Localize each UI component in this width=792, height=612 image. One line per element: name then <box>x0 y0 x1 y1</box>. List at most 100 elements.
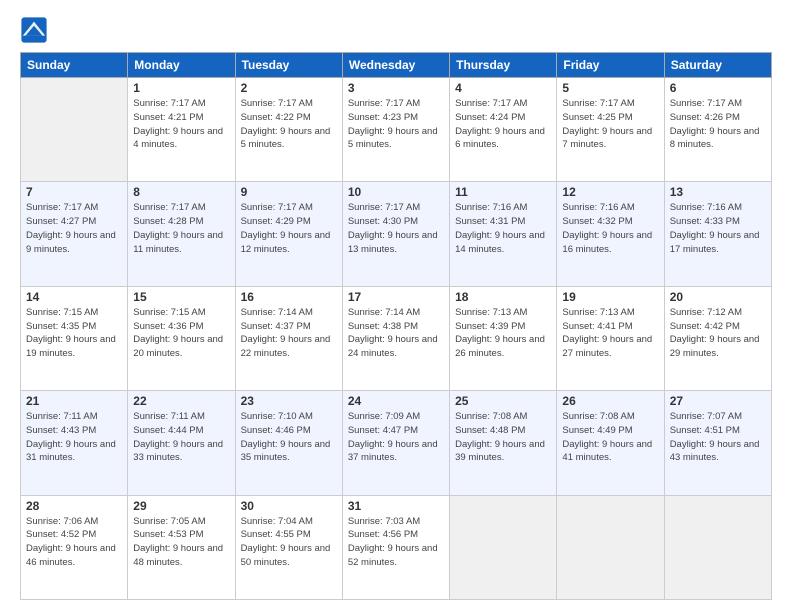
day-info: Sunrise: 7:10 AM Sunset: 4:46 PM Dayligh… <box>241 410 337 465</box>
day-cell: 6 Sunrise: 7:17 AM Sunset: 4:26 PM Dayli… <box>664 78 771 182</box>
day-number: 15 <box>133 290 229 304</box>
logo-icon <box>20 16 48 44</box>
day-number: 29 <box>133 499 229 513</box>
sunset-label: Sunset: 4:22 PM <box>241 112 311 123</box>
daylight-label: Daylight: 9 hours and 41 minutes. <box>562 439 652 464</box>
day-info: Sunrise: 7:16 AM Sunset: 4:33 PM Dayligh… <box>670 201 766 256</box>
daylight-label: Daylight: 9 hours and 7 minutes. <box>562 126 652 151</box>
sunrise-label: Sunrise: 7:13 AM <box>562 307 634 318</box>
sunset-label: Sunset: 4:29 PM <box>241 216 311 227</box>
daylight-label: Daylight: 9 hours and 37 minutes. <box>348 439 438 464</box>
day-number: 22 <box>133 394 229 408</box>
day-info: Sunrise: 7:12 AM Sunset: 4:42 PM Dayligh… <box>670 306 766 361</box>
day-cell: 20 Sunrise: 7:12 AM Sunset: 4:42 PM Dayl… <box>664 286 771 390</box>
day-number: 31 <box>348 499 444 513</box>
day-cell <box>664 495 771 599</box>
sunrise-label: Sunrise: 7:17 AM <box>133 98 205 109</box>
day-number: 6 <box>670 81 766 95</box>
day-cell: 12 Sunrise: 7:16 AM Sunset: 4:32 PM Dayl… <box>557 182 664 286</box>
day-cell: 17 Sunrise: 7:14 AM Sunset: 4:38 PM Dayl… <box>342 286 449 390</box>
day-info: Sunrise: 7:17 AM Sunset: 4:23 PM Dayligh… <box>348 97 444 152</box>
daylight-label: Daylight: 9 hours and 12 minutes. <box>241 230 331 255</box>
sunrise-label: Sunrise: 7:08 AM <box>562 411 634 422</box>
sunset-label: Sunset: 4:36 PM <box>133 321 203 332</box>
sunset-label: Sunset: 4:33 PM <box>670 216 740 227</box>
sunset-label: Sunset: 4:52 PM <box>26 529 96 540</box>
daylight-label: Daylight: 9 hours and 33 minutes. <box>133 439 223 464</box>
day-info: Sunrise: 7:05 AM Sunset: 4:53 PM Dayligh… <box>133 515 229 570</box>
day-number: 2 <box>241 81 337 95</box>
daylight-label: Daylight: 9 hours and 11 minutes. <box>133 230 223 255</box>
day-info: Sunrise: 7:17 AM Sunset: 4:30 PM Dayligh… <box>348 201 444 256</box>
week-row-4: 28 Sunrise: 7:06 AM Sunset: 4:52 PM Dayl… <box>21 495 772 599</box>
daylight-label: Daylight: 9 hours and 17 minutes. <box>670 230 760 255</box>
daylight-label: Daylight: 9 hours and 22 minutes. <box>241 334 331 359</box>
day-cell: 16 Sunrise: 7:14 AM Sunset: 4:37 PM Dayl… <box>235 286 342 390</box>
day-info: Sunrise: 7:08 AM Sunset: 4:48 PM Dayligh… <box>455 410 551 465</box>
day-cell: 30 Sunrise: 7:04 AM Sunset: 4:55 PM Dayl… <box>235 495 342 599</box>
day-number: 5 <box>562 81 658 95</box>
day-number: 12 <box>562 185 658 199</box>
daylight-label: Daylight: 9 hours and 48 minutes. <box>133 543 223 568</box>
day-number: 4 <box>455 81 551 95</box>
day-number: 9 <box>241 185 337 199</box>
header <box>20 16 772 44</box>
day-cell <box>557 495 664 599</box>
day-cell: 31 Sunrise: 7:03 AM Sunset: 4:56 PM Dayl… <box>342 495 449 599</box>
day-info: Sunrise: 7:16 AM Sunset: 4:31 PM Dayligh… <box>455 201 551 256</box>
day-info: Sunrise: 7:07 AM Sunset: 4:51 PM Dayligh… <box>670 410 766 465</box>
sunset-label: Sunset: 4:31 PM <box>455 216 525 227</box>
day-cell: 11 Sunrise: 7:16 AM Sunset: 4:31 PM Dayl… <box>450 182 557 286</box>
day-info: Sunrise: 7:17 AM Sunset: 4:29 PM Dayligh… <box>241 201 337 256</box>
sunrise-label: Sunrise: 7:06 AM <box>26 516 98 527</box>
daylight-label: Daylight: 9 hours and 5 minutes. <box>241 126 331 151</box>
daylight-label: Daylight: 9 hours and 39 minutes. <box>455 439 545 464</box>
sunrise-label: Sunrise: 7:15 AM <box>26 307 98 318</box>
daylight-label: Daylight: 9 hours and 31 minutes. <box>26 439 116 464</box>
sunrise-label: Sunrise: 7:15 AM <box>133 307 205 318</box>
day-cell: 4 Sunrise: 7:17 AM Sunset: 4:24 PM Dayli… <box>450 78 557 182</box>
day-cell: 22 Sunrise: 7:11 AM Sunset: 4:44 PM Dayl… <box>128 391 235 495</box>
sunset-label: Sunset: 4:41 PM <box>562 321 632 332</box>
day-header-tuesday: Tuesday <box>235 53 342 78</box>
sunrise-label: Sunrise: 7:10 AM <box>241 411 313 422</box>
day-number: 16 <box>241 290 337 304</box>
day-cell: 3 Sunrise: 7:17 AM Sunset: 4:23 PM Dayli… <box>342 78 449 182</box>
sunrise-label: Sunrise: 7:17 AM <box>562 98 634 109</box>
sunrise-label: Sunrise: 7:14 AM <box>241 307 313 318</box>
sunrise-label: Sunrise: 7:09 AM <box>348 411 420 422</box>
day-number: 14 <box>26 290 122 304</box>
daylight-label: Daylight: 9 hours and 46 minutes. <box>26 543 116 568</box>
day-info: Sunrise: 7:17 AM Sunset: 4:21 PM Dayligh… <box>133 97 229 152</box>
sunrise-label: Sunrise: 7:17 AM <box>241 202 313 213</box>
day-number: 1 <box>133 81 229 95</box>
daylight-label: Daylight: 9 hours and 16 minutes. <box>562 230 652 255</box>
day-cell: 7 Sunrise: 7:17 AM Sunset: 4:27 PM Dayli… <box>21 182 128 286</box>
daylight-label: Daylight: 9 hours and 14 minutes. <box>455 230 545 255</box>
sunset-label: Sunset: 4:26 PM <box>670 112 740 123</box>
week-row-0: 1 Sunrise: 7:17 AM Sunset: 4:21 PM Dayli… <box>21 78 772 182</box>
sunrise-label: Sunrise: 7:12 AM <box>670 307 742 318</box>
day-cell <box>450 495 557 599</box>
day-info: Sunrise: 7:17 AM Sunset: 4:24 PM Dayligh… <box>455 97 551 152</box>
day-cell: 27 Sunrise: 7:07 AM Sunset: 4:51 PM Dayl… <box>664 391 771 495</box>
day-header-wednesday: Wednesday <box>342 53 449 78</box>
day-number: 3 <box>348 81 444 95</box>
day-header-sunday: Sunday <box>21 53 128 78</box>
day-cell: 9 Sunrise: 7:17 AM Sunset: 4:29 PM Dayli… <box>235 182 342 286</box>
week-row-1: 7 Sunrise: 7:17 AM Sunset: 4:27 PM Dayli… <box>21 182 772 286</box>
daylight-label: Daylight: 9 hours and 5 minutes. <box>348 126 438 151</box>
sunrise-label: Sunrise: 7:11 AM <box>26 411 98 422</box>
sunrise-label: Sunrise: 7:17 AM <box>348 202 420 213</box>
day-cell: 15 Sunrise: 7:15 AM Sunset: 4:36 PM Dayl… <box>128 286 235 390</box>
day-cell: 5 Sunrise: 7:17 AM Sunset: 4:25 PM Dayli… <box>557 78 664 182</box>
sunset-label: Sunset: 4:37 PM <box>241 321 311 332</box>
calendar-table: SundayMondayTuesdayWednesdayThursdayFrid… <box>20 52 772 600</box>
day-number: 7 <box>26 185 122 199</box>
day-cell: 26 Sunrise: 7:08 AM Sunset: 4:49 PM Dayl… <box>557 391 664 495</box>
day-number: 30 <box>241 499 337 513</box>
day-info: Sunrise: 7:17 AM Sunset: 4:25 PM Dayligh… <box>562 97 658 152</box>
daylight-label: Daylight: 9 hours and 20 minutes. <box>133 334 223 359</box>
day-info: Sunrise: 7:13 AM Sunset: 4:41 PM Dayligh… <box>562 306 658 361</box>
sunrise-label: Sunrise: 7:08 AM <box>455 411 527 422</box>
